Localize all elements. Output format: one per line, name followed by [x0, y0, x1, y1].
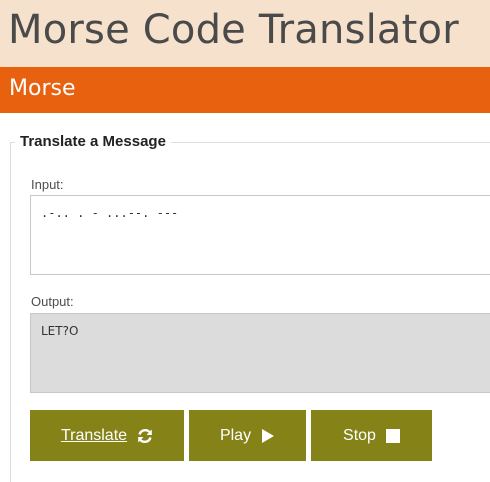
- stop-button[interactable]: Stop: [311, 410, 432, 461]
- output-label: Output:: [31, 294, 74, 309]
- play-icon: [261, 428, 275, 443]
- stop-icon: [385, 428, 400, 443]
- translate-button[interactable]: Translate: [30, 410, 184, 461]
- input-label: Input:: [31, 177, 64, 192]
- translate-button-label: Translate: [60, 426, 128, 444]
- stop-button-label: Stop: [343, 426, 376, 444]
- site-header: Morse Code Translator: [0, 0, 490, 67]
- play-button[interactable]: Play: [189, 410, 306, 461]
- refresh-icon: [137, 428, 153, 444]
- section-bar: Morse: [0, 67, 490, 113]
- play-button-label: Play: [219, 426, 252, 444]
- input-textarea[interactable]: .-.. . - ...--. ---: [30, 195, 490, 275]
- section-title: Morse: [9, 76, 76, 101]
- fieldset-legend: Translate a Message: [15, 131, 171, 153]
- page-title: Morse Code Translator: [8, 7, 459, 53]
- output-textarea[interactable]: LET?O: [30, 313, 490, 393]
